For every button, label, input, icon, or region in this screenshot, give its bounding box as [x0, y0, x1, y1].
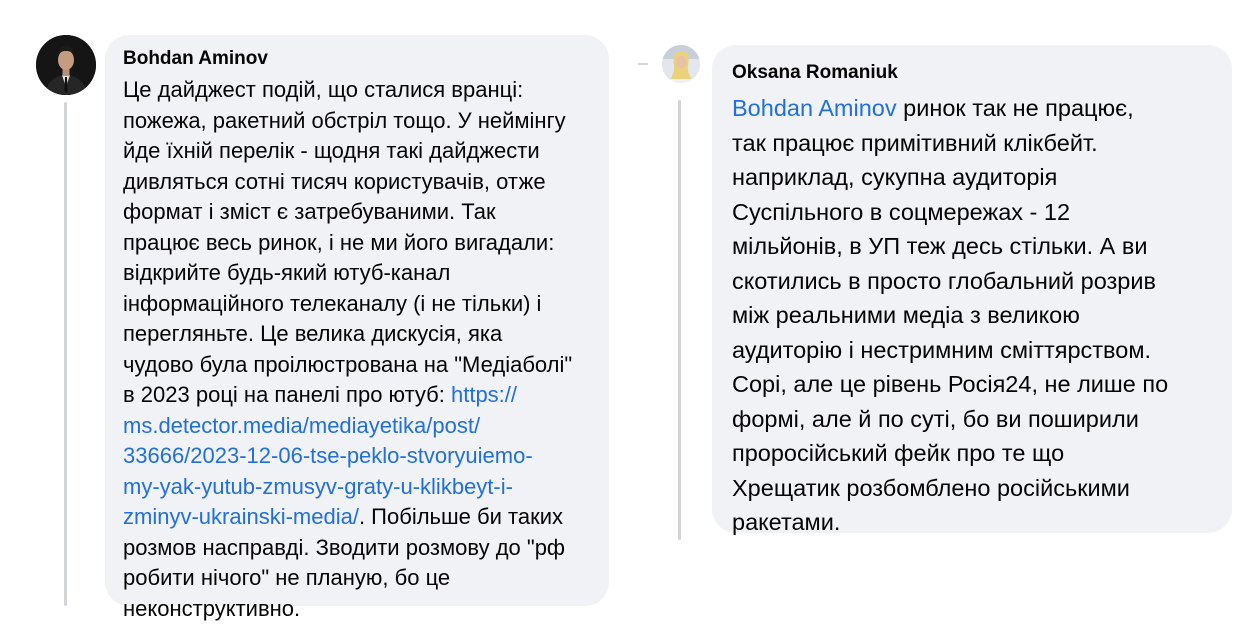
- comment-text-line: мільйонів, в УП теж десь стільки. А ви: [732, 233, 1148, 259]
- comment-text-line: Сорі, але це рівень Росія24, не лише по: [732, 371, 1169, 397]
- article-link[interactable]: https://: [451, 382, 517, 407]
- comment-text-line: відкрийте будь-який ютуб-канал: [123, 260, 451, 285]
- comment-text-line: zminyv-ukrainski-media/. Побільше би так…: [123, 502, 609, 533]
- profile-photo-icon: [662, 45, 700, 83]
- avatar-bohdan-aminov[interactable]: [36, 35, 96, 95]
- comment-bubble: Bohdan Aminov Це дайджест подій, що стал…: [105, 35, 609, 621]
- comment-text-line: в 2023 році на панелі про ютуб: https://: [123, 380, 609, 411]
- comment-text-line: проросійський фейк про те що: [732, 440, 1065, 466]
- comment-bubble: Oksana Romaniuk Bohdan Aminov ринок так …: [712, 45, 1232, 535]
- comment-text-line: чудово була проілюстрована на "Медіаболі…: [123, 351, 573, 377]
- comment-text-line: так працює примітивний клікбейт.: [732, 129, 1098, 156]
- article-link[interactable]: my-yak-yutub-zmusyv-graty-u-klikbeyt-i-: [123, 472, 609, 503]
- article-link[interactable]: ms.detector.media/mediayetika/post/: [123, 411, 609, 442]
- comment-text-line: ракетами.: [732, 509, 841, 535]
- comment-text: . Побільше би таких: [358, 504, 563, 529]
- thread-line: [64, 102, 67, 606]
- article-link[interactable]: 33666/2023-12-06-tse-peklo-stvoryuiemo-: [123, 441, 609, 472]
- comment-text-line: формі, але й по суті, бо ви поширили: [732, 405, 1139, 432]
- comment-text: ринок так не працює,: [896, 95, 1134, 121]
- comment-author[interactable]: Bohdan Aminov: [123, 47, 609, 71]
- comment-text-line: аудиторію і нестримним сміттярством.: [732, 336, 1152, 363]
- comment-text-line: між реальними медіа з великою: [732, 302, 1080, 328]
- comment-text-line: Суспільного в соцмережах - 12: [732, 198, 1071, 225]
- comment-text-line: Хрещатик розбомблено російськими: [732, 474, 1130, 501]
- comment-text-line: розмов насправді. Зводити розмову до "рф: [123, 534, 566, 560]
- comment-text-line: неконструктивно.: [123, 595, 301, 621]
- avatar-oksana-romaniuk[interactable]: [662, 45, 700, 83]
- comment-text: в 2023 році на панелі про ютуб:: [123, 382, 451, 407]
- comment-text-line: формат і зміст є затребуваними. Так: [123, 199, 496, 224]
- article-link[interactable]: zminyv-ukrainski-media/: [123, 504, 359, 529]
- comment-text-line: скотились в просто глобальний розрив: [732, 267, 1156, 294]
- mention-link[interactable]: Bohdan Aminov: [732, 95, 897, 121]
- comment-text-line: робити нічого" не планую, бо це: [123, 565, 451, 590]
- comment-text-line: Bohdan Aminov ринок так не працює,: [732, 91, 1232, 126]
- comment-text-line: працює весь ринок, і не ми його вигадали…: [123, 229, 555, 255]
- comment-text-line: дивляться сотні тисяч користувачів, отже: [123, 168, 546, 194]
- comment-text-line: перегляньте. Це велика дискусія, яка: [123, 321, 503, 346]
- comment-author[interactable]: Oksana Romaniuk: [732, 61, 1232, 85]
- profile-photo-icon: [36, 35, 96, 95]
- thread-line: [678, 100, 681, 540]
- comment-text-line: Це дайджест подій, що сталися вранці:: [123, 77, 524, 102]
- comment-text-line: наприклад, сукупна аудиторія: [732, 164, 1058, 190]
- comment-text-line: пожежа, ракетний обстріл тощо. У неймінг…: [123, 107, 566, 133]
- reply-connector: [638, 63, 648, 65]
- comment-text-line: інформаційного телеканалу (і не тільки) …: [123, 290, 542, 316]
- comment-text-line: йде їхній перелік - щодня такі дайджести: [123, 138, 540, 163]
